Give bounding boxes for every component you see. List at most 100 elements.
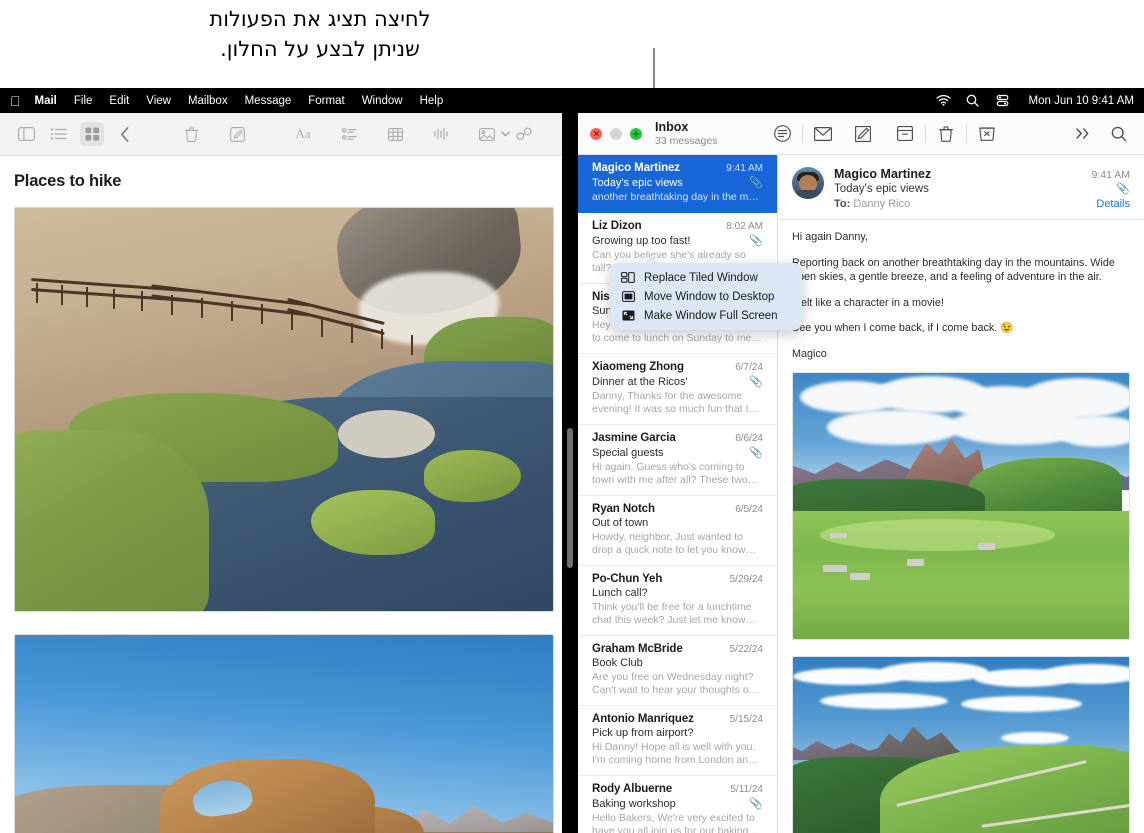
menubar-clock[interactable]: Mon Jun 10 9:41 AM	[1029, 95, 1134, 107]
audio-waveform-icon[interactable]	[429, 122, 453, 146]
menu-item-help[interactable]: Help	[420, 95, 444, 107]
notes-scrollbar-thumb[interactable]	[567, 428, 573, 568]
message-date: 6/5/24	[735, 504, 763, 515]
reading-timestamp: 9:41 AM	[1091, 169, 1130, 181]
mail-toolbar: Inbox 33 messages	[578, 113, 1144, 155]
mail-message-count: 33 messages	[655, 135, 718, 148]
body-paragraph-1: Hi again Danny,	[792, 231, 869, 243]
back-chevron-icon[interactable]	[113, 122, 137, 146]
message-sender: Liz Dizon	[592, 220, 642, 232]
message-sender: Xiaomeng Zhong	[592, 361, 684, 373]
message-list-item[interactable]: Rody Albuerne 5/11/24 Baking workshop 📎 …	[578, 776, 777, 833]
media-chevron-down-icon[interactable]	[499, 122, 512, 146]
menu-item-make-window-full-screen[interactable]: Make Window Full Screen	[610, 306, 802, 325]
menu-item-mail[interactable]: Mail	[35, 95, 57, 107]
replace-tiled-window-icon	[621, 271, 635, 284]
message-list-item[interactable]: Graham McBride 5/22/24 Book Club Are you…	[578, 636, 777, 706]
message-sender: Magico Martinez	[592, 162, 680, 174]
menu-item-view[interactable]: View	[146, 95, 171, 107]
note-photo-hot-creek[interactable]	[14, 207, 554, 612]
menu-item-format[interactable]: Format	[308, 95, 344, 107]
format-aa-icon[interactable]: Aa	[291, 122, 315, 146]
junk-icon[interactable]	[974, 122, 1000, 146]
mail-main-area: Magico Martinez 9:41 AM Today's epic vie…	[578, 155, 1144, 833]
notes-toolbar: Aa	[0, 113, 562, 156]
message-list-item[interactable]: Ryan Notch 6/5/24 Out of town Howdy, nei…	[578, 496, 777, 566]
checklist-icon[interactable]	[337, 122, 361, 146]
minimize-button[interactable]	[610, 127, 622, 140]
menu-item-label: Move Window to Desktop	[644, 290, 775, 303]
mark-unread-icon[interactable]	[810, 122, 836, 146]
menu-item-label: Make Window Full Screen	[644, 309, 778, 322]
message-subject: Lunch call?	[592, 587, 648, 599]
message-list-item[interactable]: Xiaomeng Zhong 6/7/24 Dinner at the Rico…	[578, 354, 777, 425]
message-list-item[interactable]: Antonio Manriquez 5/15/24 Pick up from a…	[578, 706, 777, 776]
message-sender: Ryan Notch	[592, 503, 655, 515]
mail-photo-alpine-meadow[interactable]	[792, 372, 1130, 640]
archive-icon[interactable]	[892, 122, 918, 146]
message-list-item-selected[interactable]: Magico Martinez 9:41 AM Today's epic vie…	[578, 155, 777, 213]
compose-note-icon[interactable]	[225, 122, 249, 146]
message-list-item[interactable]: Po-Chun Yeh 5/29/24 Lunch call? Think yo…	[578, 566, 777, 636]
message-body: Hi again Danny, Reporting back on anothe…	[778, 220, 1144, 833]
more-chevrons-icon[interactable]	[1070, 122, 1096, 146]
callout-line-1: לחיצה תציג את הפעולות	[209, 7, 431, 31]
zoom-button[interactable]	[630, 127, 642, 140]
close-button[interactable]	[590, 127, 602, 140]
window-actions-menu[interactable]: Replace Tiled Window Move Window to Desk…	[610, 256, 802, 330]
message-subject: Special guests	[592, 446, 664, 459]
window-split-strip	[562, 113, 578, 833]
list-view-icon[interactable]	[47, 122, 71, 146]
mail-photo-ridge-trail[interactable]	[792, 656, 1130, 833]
message-preview: Are you free on Wednesday night? Can't w…	[592, 671, 760, 696]
message-preview: Danny, Thanks for the awesome evening! I…	[592, 390, 759, 415]
body-paragraph-3: I felt like a character in a movie!	[792, 296, 944, 309]
search-icon[interactable]	[1106, 122, 1132, 146]
mail-window-title-block: Inbox 33 messages	[655, 120, 717, 147]
message-header-meta: Magico Martinez 9:41 AM Today's epic vie…	[834, 167, 1130, 210]
menu-item-window[interactable]: Window	[362, 95, 403, 107]
message-subject: Book Club	[592, 657, 643, 669]
menu-item-message[interactable]: Message	[245, 95, 292, 107]
message-sender: Graham McBride	[592, 643, 683, 655]
message-subject: Baking workshop	[592, 797, 676, 810]
menu-item-move-window-to-desktop[interactable]: Move Window to Desktop	[610, 287, 802, 306]
table-icon[interactable]	[383, 122, 407, 146]
menu-item-mailbox[interactable]: Mailbox	[188, 95, 228, 107]
message-list[interactable]: Magico Martinez 9:41 AM Today's epic vie…	[578, 155, 778, 833]
wifi-icon[interactable]	[935, 94, 951, 108]
menu-item-file[interactable]: File	[74, 95, 93, 107]
message-preview: Hi again. Guess who's coming to town wit…	[592, 461, 759, 486]
media-icon[interactable]	[475, 122, 499, 146]
compose-icon[interactable]	[850, 122, 876, 146]
reading-recipient: To: Danny Rico	[834, 198, 910, 210]
sidebar-toggle-icon[interactable]	[14, 122, 38, 146]
menu-item-edit[interactable]: Edit	[109, 95, 129, 107]
filter-icon[interactable]	[769, 122, 795, 146]
desktop-background: Aa Places to hike Inbox 33 messages Magi…	[0, 113, 1144, 833]
details-link[interactable]: Details	[1096, 198, 1130, 210]
menu-item-replace-tiled-window[interactable]: Replace Tiled Window	[610, 268, 802, 287]
window-traffic-lights	[590, 127, 642, 140]
trash-icon[interactable]	[179, 122, 203, 146]
message-list-item[interactable]: Jasmine Garcia 6/6/24 Special guests 📎 H…	[578, 425, 777, 496]
message-preview: Howdy, neighbor, Just wanted to drop a q…	[592, 531, 757, 556]
message-date: 9:41 AM	[726, 163, 763, 174]
body-paragraph-5: Magico	[792, 347, 827, 360]
message-preview: Think you'll be free for a lunchtime cha…	[592, 601, 756, 626]
link-icon[interactable]	[512, 122, 536, 146]
macos-menu-bar:  Mail File Edit View Mailbox Message Fo…	[0, 88, 1144, 113]
apple-icon[interactable]: 	[10, 94, 21, 108]
avatar	[792, 167, 824, 199]
message-date: 5/29/24	[729, 574, 763, 585]
control-center-icon[interactable]	[996, 94, 1011, 108]
gallery-view-icon[interactable]	[80, 122, 104, 146]
message-sender: Po-Chun Yeh	[592, 573, 663, 585]
message-subject: Growing up too fast!	[592, 234, 691, 247]
note-photo-mobius-arch[interactable]	[14, 634, 554, 833]
delete-icon[interactable]	[933, 122, 959, 146]
reading-to-value: Danny Rico	[853, 198, 911, 210]
spotlight-search-icon[interactable]	[966, 94, 981, 108]
move-window-to-desktop-icon	[621, 290, 635, 303]
body-paragraph-2: Reporting back on another breathtaking d…	[792, 256, 1115, 284]
